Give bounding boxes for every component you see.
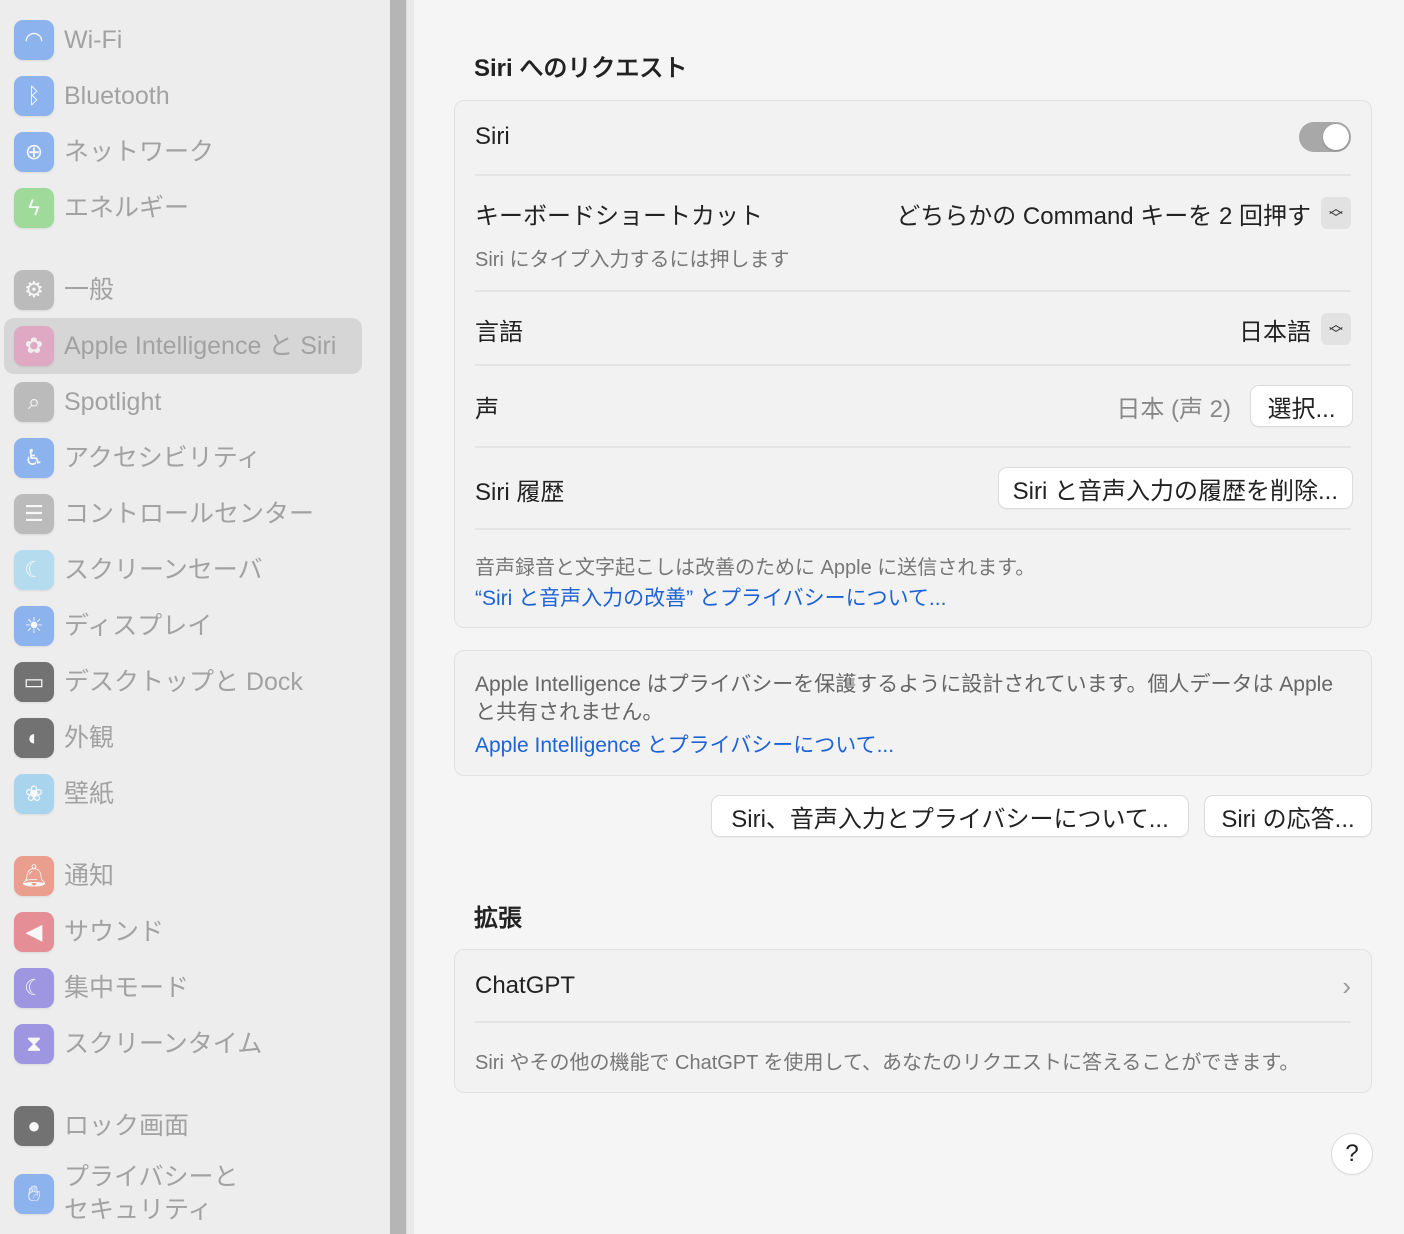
improvement-note: 音声録音と文字起こしは改善のために Apple に送信されます。 — [475, 557, 1036, 579]
sidebar-item[interactable]: ⊕ ネットワーク — [4, 124, 362, 180]
sidebar-item[interactable]: ϟ エネルギー — [4, 180, 362, 236]
sidebar-item-label: コントロールセンター — [64, 500, 315, 528]
sidebar-item-label: 一般 — [64, 276, 115, 304]
shortcut-label: キーボードショートカット — [475, 202, 763, 230]
sidebar-item[interactable]: ❀ 壁紙 — [4, 766, 362, 822]
sidebar-scrollbar[interactable] — [390, 0, 406, 1234]
siri-label: Siri — [475, 123, 510, 150]
sidebar-item[interactable]: ◠ Wi-Fi — [4, 12, 362, 68]
siri-settings-card: Siri キーボードショートカット どちらかの Command キーを 2 回押… — [454, 100, 1372, 628]
language-label: 言語 — [475, 318, 523, 346]
sidebar-item[interactable]: ◐ 外観 — [4, 710, 362, 766]
chevron-updown-icon: ︿ ﹀ — [1321, 313, 1351, 345]
language-select[interactable]: 日本語 ︿ ﹀ — [1239, 312, 1351, 347]
chevron-updown-icon: ︿ ﹀ — [1321, 197, 1351, 229]
sidebar: ◠ Wi-Fi ᛒ Bluetooth ⊕ ネットワーク ϟ エネルギー ⚙ 一般 ✿ Apple I… — [0, 0, 390, 1234]
sidebar-item[interactable]: ✋︎ プライバシーと セキュリティ — [4, 1163, 362, 1224]
sidebar-item[interactable]: ♿ アクセシビリティ — [4, 430, 362, 486]
bolt-icon: ϟ — [14, 188, 54, 228]
speaker-icon: ◀ — [14, 912, 54, 952]
shortcut-value: どちらかの Command キーを 2 回押す — [896, 202, 1311, 230]
appearance-icon: ◐ — [14, 718, 54, 758]
bell-icon: 🔔︎ — [14, 856, 54, 896]
sidebar-item-label: Wi-Fi — [64, 26, 123, 54]
sidebar-item-label: Apple Intelligence と Siri — [64, 332, 337, 360]
hand-icon: ✋︎ — [14, 1174, 54, 1214]
sidebar-item-label: Spotlight — [64, 388, 162, 416]
globe-icon: ⊕ — [14, 132, 54, 172]
sidebar-item-label: サウンド — [64, 918, 165, 946]
hourglass-icon: ⧗ — [14, 1024, 54, 1064]
sidebar-item-label: アクセシビリティ — [64, 444, 262, 472]
sidebar-item[interactable]: ⌕ Spotlight — [4, 374, 362, 430]
privacy-text: Apple Intelligence はプライバシーを保護するように設計されてい… — [475, 673, 1334, 724]
toggles-icon: ☰ — [14, 494, 54, 534]
dock-icon: ▭ — [14, 662, 54, 702]
sidebar-item[interactable]: ☰ コントロールセンター — [4, 486, 362, 542]
flower-icon: ❀ — [14, 774, 54, 814]
section-heading-siri-requests: Siri へのリクエスト — [474, 55, 688, 82]
chatgpt-row[interactable]: ChatGPT › — [475, 968, 1351, 1004]
sidebar-item[interactable]: ☾ スクリーンセーバ — [4, 542, 362, 598]
sidebar-item-label: ロック画面 — [64, 1112, 190, 1140]
sidebar-item[interactable]: ✿ Apple Intelligence と Siri — [4, 318, 362, 374]
sidebar-item-label: 壁紙 — [64, 780, 115, 808]
shortcut-select[interactable]: どちらかの Command キーを 2 回押す ︿ ﹀ — [896, 196, 1351, 231]
wifi-icon: ◠ — [14, 20, 54, 60]
sidebar-item-label: エネルギー — [64, 194, 190, 222]
gear-icon: ⚙ — [14, 270, 54, 310]
divider — [406, 0, 414, 1234]
sidebar-item[interactable]: 🔔︎ 通知 — [4, 848, 362, 904]
siri-toggle[interactable] — [1299, 122, 1351, 152]
sidebar-item-label: ディスプレイ — [64, 612, 213, 640]
sidebar-item[interactable]: ● ロック画面 — [4, 1098, 362, 1154]
about-privacy-button[interactable]: Siri、音声入力とプライバシーについて... — [712, 796, 1188, 836]
sun-icon: ☀ — [14, 606, 54, 646]
extensions-card: ChatGPT › Siri やその他の機能で ChatGPT を使用して、あな… — [454, 949, 1372, 1093]
section-heading-extensions: 拡張 — [474, 905, 522, 932]
sidebar-item[interactable]: ⚙ 一般 — [4, 262, 362, 318]
sidebar-item-label: 集中モード — [64, 974, 190, 1002]
voice-label: 声 — [475, 395, 499, 423]
sidebar-item[interactable]: ▭ デスクトップと Dock — [4, 654, 362, 710]
sidebar-item-label: Bluetooth — [64, 82, 170, 110]
privacy-card: Apple Intelligence はプライバシーを保護するように設計されてい… — [454, 650, 1372, 776]
sidebar-item[interactable]: ⧗ スクリーンタイム — [4, 1016, 362, 1072]
sidebar-item[interactable]: ☀ ディスプレイ — [4, 598, 362, 654]
apple-intelligence-icon: ✿ — [14, 326, 54, 366]
sidebar-item-label: 通知 — [64, 862, 115, 890]
screensaver-icon: ☾ — [14, 550, 54, 590]
sidebar-item[interactable]: ◀ サウンド — [4, 904, 362, 960]
sidebar-item-label: プライバシーと セキュリティ — [64, 1163, 239, 1224]
chatgpt-sub: Siri やその他の機能で ChatGPT を使用して、あなたのリクエストに答え… — [475, 1052, 1300, 1074]
bluetooth-icon: ᛒ — [14, 76, 54, 116]
sidebar-item[interactable]: ☾ 集中モード — [4, 960, 362, 1016]
chevron-right-icon: › — [1342, 970, 1351, 1001]
privacy-link[interactable]: Apple Intelligence とプライバシーについて... — [475, 729, 1351, 759]
sidebar-item-label: スクリーンセーバ — [64, 556, 263, 584]
siri-responses-button[interactable]: Siri の応答... — [1205, 796, 1371, 836]
sidebar-item-label: ネットワーク — [64, 138, 215, 166]
sidebar-item[interactable]: ᛒ Bluetooth — [4, 68, 362, 124]
main-pane: Siri へのリクエスト Siri キーボードショートカット どちらかの Com… — [414, 0, 1404, 1234]
accessibility-icon: ♿ — [14, 438, 54, 478]
delete-history-button[interactable]: Siri と音声入力の履歴を削除... — [998, 468, 1352, 508]
history-label: Siri 履歴 — [475, 478, 565, 506]
lock-icon: ● — [14, 1106, 54, 1146]
help-button[interactable]: ? — [1332, 1134, 1372, 1174]
chatgpt-label: ChatGPT — [475, 972, 576, 999]
shortcut-sub: Siri にタイプ入力するには押します — [475, 249, 790, 271]
improvement-privacy-link[interactable]: “Siri と音声入力の改善” とプライバシーについて... — [475, 582, 1351, 612]
sidebar-item-label: デスクトップと Dock — [64, 668, 303, 696]
moon-icon: ☾ — [14, 968, 54, 1008]
sidebar-item-label: 外観 — [64, 724, 115, 752]
magnifier-icon: ⌕ — [14, 382, 54, 422]
voice-value: 日本 (声 2) — [1116, 395, 1231, 423]
sidebar-item-label: スクリーンタイム — [64, 1030, 263, 1058]
voice-select-button[interactable]: 選択... — [1251, 386, 1352, 426]
language-value: 日本語 — [1239, 318, 1311, 346]
